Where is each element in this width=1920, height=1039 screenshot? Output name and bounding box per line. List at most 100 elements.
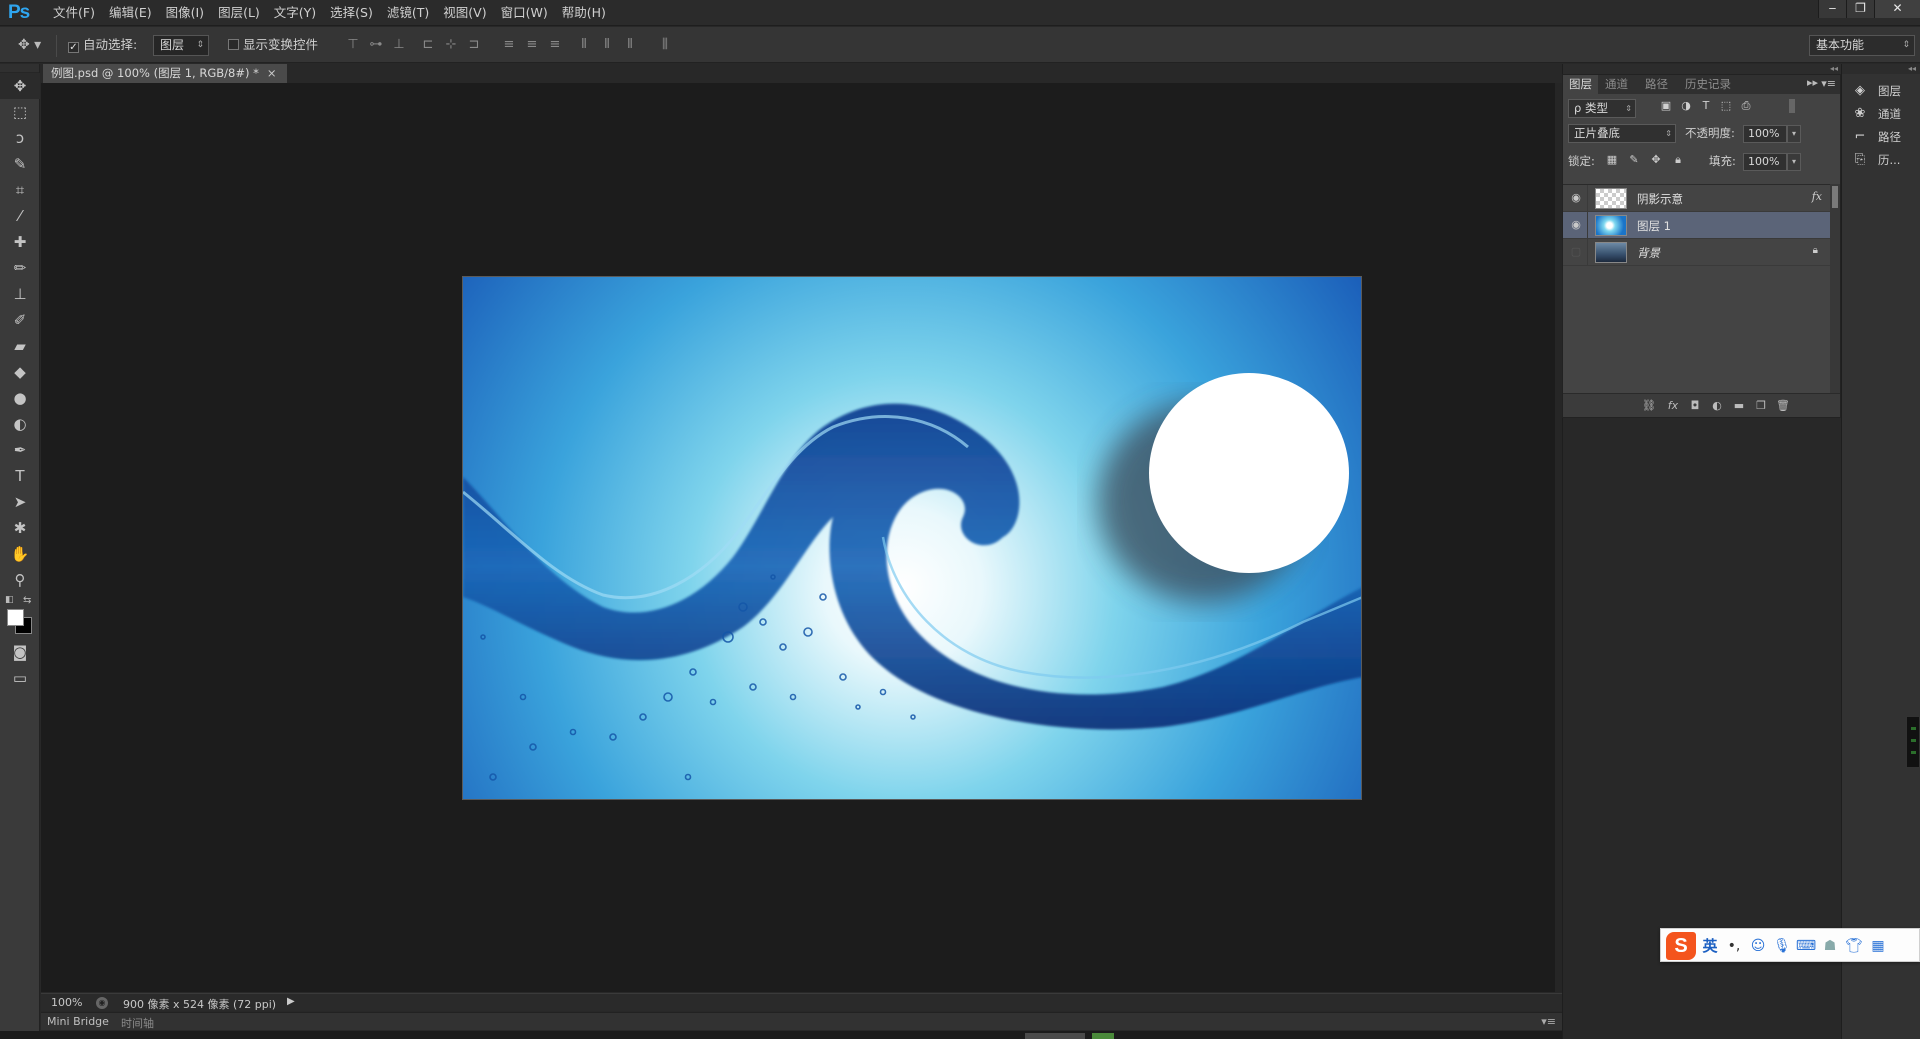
auto-select-checkbox[interactable]: ✓ bbox=[68, 42, 79, 53]
visibility-eye-icon[interactable]: ◉ bbox=[1569, 191, 1583, 205]
fill-slider-arrow[interactable]: ▾ bbox=[1787, 153, 1801, 171]
pen-tool-icon[interactable]: ✒ bbox=[0, 437, 40, 463]
menu-select[interactable]: 选择(S) bbox=[323, 0, 380, 26]
sogou-logo[interactable]: S bbox=[1666, 932, 1696, 960]
filter-pixel-icon[interactable]: ▣ bbox=[1659, 99, 1673, 113]
workspace-dropdown[interactable]: 基本功能 bbox=[1809, 35, 1915, 56]
align-left-icon[interactable]: ⊏ bbox=[419, 36, 437, 53]
delete-layer-icon[interactable]: 🗑︎ bbox=[1775, 398, 1791, 414]
distribute-left-icon[interactable]: ⫴ bbox=[575, 36, 593, 53]
blur-tool-icon[interactable]: ● bbox=[0, 385, 40, 411]
lock-transparent-icon[interactable]: ▦ bbox=[1605, 153, 1619, 167]
crop-tool-icon[interactable]: ⌗ bbox=[0, 177, 40, 203]
layer-row[interactable]: ▢ 背景 🔒︎ bbox=[1563, 239, 1830, 266]
tab-channels[interactable]: 通道 bbox=[1599, 75, 1634, 94]
filter-toggle[interactable] bbox=[1789, 99, 1795, 113]
document-canvas[interactable] bbox=[462, 276, 1362, 800]
menu-file[interactable]: 文件(F) bbox=[46, 0, 102, 26]
layer-name[interactable]: 背景 bbox=[1637, 245, 1660, 261]
healing-brush-tool-icon[interactable]: ✚ bbox=[0, 229, 40, 255]
menu-image[interactable]: 图像(I) bbox=[159, 0, 211, 26]
align-right-icon[interactable]: ⊐ bbox=[465, 36, 483, 53]
new-adjustment-icon[interactable]: ◐ bbox=[1709, 398, 1725, 414]
blend-mode-dropdown[interactable]: 正片叠底 bbox=[1568, 124, 1676, 143]
filter-adjustment-icon[interactable]: ◑ bbox=[1679, 99, 1693, 113]
move-tool-preset-icon[interactable]: ✥ ▾ bbox=[18, 35, 41, 55]
show-transform-option[interactable]: 显示变换控件 bbox=[228, 35, 318, 55]
distribute-hcenter-icon[interactable]: ⫴ bbox=[598, 36, 616, 53]
menu-edit[interactable]: 编辑(E) bbox=[102, 0, 159, 26]
quick-mask-icon[interactable]: ◙ bbox=[0, 639, 40, 665]
opacity-slider-arrow[interactable]: ▾ bbox=[1787, 125, 1801, 143]
marquee-tool-icon[interactable]: ⬚ bbox=[0, 99, 40, 125]
filter-type-icon[interactable]: T bbox=[1699, 99, 1713, 113]
screen-mode-icon[interactable]: ▭ bbox=[0, 665, 40, 691]
align-hcenter-icon[interactable]: ⊹ bbox=[442, 36, 460, 53]
menu-window[interactable]: 窗口(W) bbox=[494, 0, 555, 26]
distribute-bottom-icon[interactable]: ≡ bbox=[546, 36, 564, 53]
menu-view[interactable]: 视图(V) bbox=[436, 0, 493, 26]
toolbar-grip[interactable] bbox=[0, 64, 39, 73]
layer-name[interactable]: 图层 1 bbox=[1637, 218, 1671, 234]
mini-bridge-tab[interactable]: Mini Bridge bbox=[47, 1015, 109, 1028]
menu-filter[interactable]: 滤镜(T) bbox=[380, 0, 436, 26]
status-menu-arrow-icon[interactable]: ▶ bbox=[287, 996, 295, 1007]
timeline-tab[interactable]: 时间轴 bbox=[121, 1015, 154, 1031]
layer-filter-kind[interactable]: ρ 类型 bbox=[1568, 99, 1636, 118]
move-tool-icon[interactable]: ✥ bbox=[0, 73, 40, 99]
taskbar-item[interactable] bbox=[1025, 1033, 1085, 1039]
hand-tool-icon[interactable]: ✋ bbox=[0, 541, 40, 567]
zoom-tool-icon[interactable]: ⚲ bbox=[0, 567, 40, 593]
scrollbar-thumb[interactable] bbox=[1832, 186, 1838, 208]
add-style-icon[interactable]: fx bbox=[1665, 398, 1681, 414]
layer-list-scrollbar[interactable] bbox=[1830, 184, 1840, 404]
shape-tool-icon[interactable]: ✱ bbox=[0, 515, 40, 541]
panel-menu-icon[interactable]: ▾≡ bbox=[1541, 1015, 1556, 1028]
minimize-button[interactable]: ‒ bbox=[1818, 0, 1846, 18]
swap-colors-icon[interactable]: ⇆ bbox=[23, 595, 31, 606]
document-tab[interactable]: 例图.psd @ 100% (图层 1, RGB/8#) * × bbox=[43, 64, 287, 83]
menu-layer[interactable]: 图层(L) bbox=[211, 0, 267, 26]
path-select-tool-icon[interactable]: ➤ bbox=[0, 489, 40, 515]
type-tool-icon[interactable]: T bbox=[0, 463, 40, 489]
link-layers-icon[interactable]: ⛓ bbox=[1641, 398, 1657, 414]
clone-stamp-tool-icon[interactable]: ⊥ bbox=[0, 281, 40, 307]
canvas-scrollbar[interactable] bbox=[1555, 83, 1562, 992]
distribute-vcenter-icon[interactable]: ≡ bbox=[523, 36, 541, 53]
restore-button[interactable]: ❐ bbox=[1846, 0, 1874, 18]
align-vcenter-icon[interactable]: ⊶ bbox=[367, 36, 385, 53]
microphone-icon[interactable]: 🎙︎ bbox=[1771, 936, 1793, 956]
close-document-icon[interactable]: × bbox=[267, 66, 277, 80]
align-bottom-icon[interactable]: ⊥ bbox=[390, 36, 408, 53]
menu-help[interactable]: 帮助(H) bbox=[555, 0, 613, 26]
auto-select-option[interactable]: ✓ 自动选择: bbox=[68, 35, 137, 55]
layer-effects-icon[interactable]: fx bbox=[1812, 190, 1822, 203]
align-top-icon[interactable]: ⊤ bbox=[344, 36, 362, 53]
taskbar-item-active[interactable] bbox=[1092, 1033, 1114, 1039]
zoom-level[interactable]: 100% bbox=[51, 996, 82, 1009]
fill-field[interactable]: 100% bbox=[1743, 153, 1787, 171]
dodge-tool-icon[interactable]: ◐ bbox=[0, 411, 40, 437]
toolbox-icon[interactable]: ▦ bbox=[1867, 936, 1889, 956]
visibility-off-icon[interactable]: ▢ bbox=[1569, 245, 1583, 259]
layer-row-selected[interactable]: ◉ 图层 1 bbox=[1563, 212, 1830, 239]
panel-column-grip[interactable]: ◂◂ bbox=[1563, 64, 1842, 74]
paint-bucket-tool-icon[interactable]: ◆ bbox=[0, 359, 40, 385]
quick-select-tool-icon[interactable]: ✎ bbox=[0, 151, 40, 177]
eyedropper-tool-icon[interactable]: ⁄ bbox=[0, 203, 40, 229]
panel-menu-icon[interactable]: ▾≡ bbox=[1821, 77, 1836, 90]
filter-smart-object-icon[interactable]: ⎙ bbox=[1739, 99, 1753, 113]
add-mask-icon[interactable]: ◘ bbox=[1687, 398, 1703, 414]
lock-position-icon[interactable]: ✥ bbox=[1649, 153, 1663, 167]
brush-tool-icon[interactable]: ✏ bbox=[0, 255, 40, 281]
menu-type[interactable]: 文字(Y) bbox=[267, 0, 323, 26]
tab-history[interactable]: 历史记录 bbox=[1679, 75, 1737, 94]
layer-row[interactable]: ◉ 阴影示意 fx bbox=[1563, 185, 1830, 212]
auto-select-target-dropdown[interactable]: 图层 bbox=[153, 35, 209, 56]
close-window-button[interactable]: ✕ bbox=[1874, 0, 1920, 18]
lock-all-icon[interactable]: 🔒︎ bbox=[1671, 153, 1685, 167]
tab-paths[interactable]: 路径 bbox=[1639, 75, 1674, 94]
new-group-icon[interactable]: ▬ bbox=[1731, 398, 1747, 414]
dock-item-3[interactable]: ⎘ 历... bbox=[1842, 147, 1920, 173]
auto-align-icon[interactable]: ⫼ bbox=[656, 36, 674, 53]
